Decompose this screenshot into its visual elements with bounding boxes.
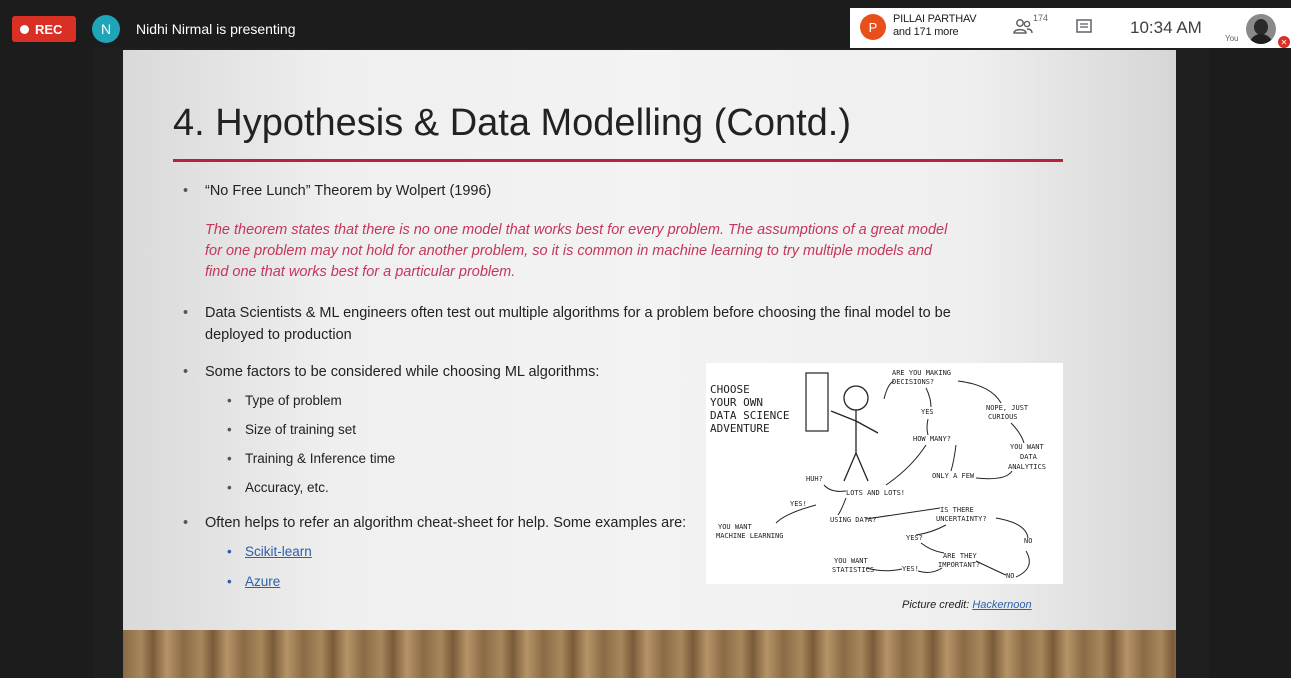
sub-bullet-dot: •	[227, 480, 232, 495]
factor-text: Accuracy, etc.	[245, 480, 329, 495]
bullet-text: Often helps to refer an algorithm cheat-…	[205, 515, 687, 531]
comic-label: ARE THEY	[943, 552, 978, 560]
comic-label: ONLY A FEW	[932, 472, 975, 480]
comic-label: UNCERTAINTY?	[936, 515, 987, 523]
comic-label: NO	[1024, 537, 1032, 545]
chat-icon[interactable]	[1075, 18, 1093, 36]
bullet-text: deployed to production	[205, 327, 352, 343]
comic-label: ANALYTICS	[1008, 463, 1046, 471]
link-item: • Azure	[227, 574, 280, 589]
azure-link[interactable]: Azure	[245, 574, 280, 589]
self-label: You	[1225, 34, 1239, 43]
comic-label: YES!	[902, 565, 919, 573]
comic-label: LOTS AND LOTS!	[846, 489, 905, 497]
comic-label: STATISTICS	[832, 566, 874, 574]
factor-item: • Type of problem	[227, 393, 342, 408]
meeting-top-bar: REC N Nidhi Nirmal is presenting P PILLA…	[0, 0, 1291, 48]
comic-label: YOU WANT	[718, 523, 753, 531]
comic-book	[805, 372, 829, 432]
clock-time: 10:34 AM	[1130, 18, 1202, 37]
bullet-dot: •	[183, 305, 189, 321]
factor-item: • Size of training set	[227, 422, 357, 437]
comic-title-line: ADVENTURE	[710, 422, 770, 435]
credit-prefix: Picture credit:	[902, 599, 973, 611]
comic-label: YOU WANT	[1010, 443, 1045, 451]
sub-bullet-dot: •	[227, 544, 232, 559]
slide-title: 4. Hypothesis & Data Modelling (Contd.)	[173, 102, 851, 144]
comic-label: IS THERE	[940, 506, 974, 514]
people-count: 174	[1033, 13, 1049, 23]
factor-text: Type of problem	[245, 393, 342, 408]
scikit-learn-link[interactable]: Scikit-learn	[245, 544, 312, 559]
factor-item: • Accuracy, etc.	[227, 480, 329, 495]
sub-bullet-dot: •	[227, 393, 232, 408]
comic-label: YES?	[906, 534, 923, 542]
comic-label: USING DATA?	[830, 516, 876, 524]
quote-line: for one problem may not hold for another…	[205, 243, 932, 259]
mic-off-icon: ✕	[1278, 36, 1290, 48]
self-shoulders	[1249, 34, 1273, 44]
self-avatar[interactable]	[1246, 14, 1276, 44]
self-face	[1254, 19, 1268, 35]
recording-badge: REC	[12, 16, 76, 42]
rec-label: REC	[35, 21, 63, 37]
sub-bullet-dot: •	[227, 422, 232, 437]
comic-label: YES	[921, 408, 934, 416]
comic-label: CURIOUS	[988, 413, 1018, 421]
bullet-cheat-sheet: • Often helps to refer an algorithm chea…	[183, 512, 687, 534]
title-divider	[173, 159, 1063, 162]
bullet-text: Some factors to be considered while choo…	[205, 364, 600, 380]
presenting-text: Nidhi Nirmal is presenting	[136, 21, 296, 37]
bullet-data-scientists: • Data Scientists & ML engineers often t…	[183, 302, 1075, 346]
people-icon[interactable]	[1012, 16, 1034, 38]
comic-title-line: YOUR OWN	[710, 396, 763, 409]
comic-label: DECISIONS?	[892, 378, 934, 386]
quote-line: The theorem states that there is no one …	[205, 222, 948, 238]
comic-figure-head	[843, 385, 869, 411]
participant-avatar[interactable]: P	[860, 14, 886, 40]
bullet-dot: •	[183, 183, 189, 199]
comic-label: YES!	[790, 500, 807, 508]
comic-figure-body	[830, 410, 879, 482]
comic-title-line: CHOOSE	[710, 383, 750, 396]
quote-line: find one that works best for a particula…	[205, 264, 516, 280]
slide-floor-decoration	[123, 630, 1176, 678]
comic-label: HOW MANY?	[913, 435, 951, 443]
theorem-quote: The theorem states that there is no one …	[205, 220, 1065, 283]
hackernoon-link[interactable]: Hackernoon	[972, 599, 1031, 611]
factor-text: Size of training set	[245, 422, 357, 437]
participant-name: PILLAI PARTHAV	[893, 13, 977, 25]
comic-title-line: DATA SCIENCE	[710, 409, 789, 422]
picture-credit: Picture credit: Hackernoon	[902, 599, 1032, 611]
participant-summary[interactable]: PILLAI PARTHAV and 171 more	[893, 13, 977, 39]
comic-label: IMPORTANT?	[938, 561, 980, 569]
comic-label: HUH?	[806, 475, 823, 483]
bullet-factors: • Some factors to be considered while ch…	[183, 361, 600, 383]
comic-label: NOPE, JUST	[986, 404, 1029, 412]
comic-label: NO	[1006, 572, 1014, 580]
bullet-dot: •	[183, 515, 189, 531]
bullet-no-free-lunch: • “No Free Lunch” Theorem by Wolpert (19…	[183, 180, 492, 202]
comic-label: ARE YOU MAKING	[892, 369, 951, 377]
bullet-text: “No Free Lunch” Theorem by Wolpert (1996…	[205, 183, 492, 199]
sub-bullet-dot: •	[227, 574, 232, 589]
factor-item: • Training & Inference time	[227, 451, 396, 466]
link-item: • Scikit-learn	[227, 544, 312, 559]
sub-bullet-dot: •	[227, 451, 232, 466]
bullet-dot: •	[183, 364, 189, 380]
presenter-avatar: N	[92, 15, 120, 43]
data-science-adventure-comic: CHOOSE YOUR OWN DATA SCIENCE ADVENTURE A…	[706, 363, 1063, 584]
record-dot-icon	[20, 24, 29, 34]
participant-more: and 171 more	[893, 26, 959, 38]
comic-label: MACHINE LEARNING	[716, 532, 783, 540]
comic-label: DATA	[1020, 453, 1038, 461]
comic-label: YOU WANT	[834, 557, 869, 565]
factor-text: Training & Inference time	[245, 451, 396, 466]
bullet-text: Data Scientists & ML engineers often tes…	[205, 305, 951, 321]
